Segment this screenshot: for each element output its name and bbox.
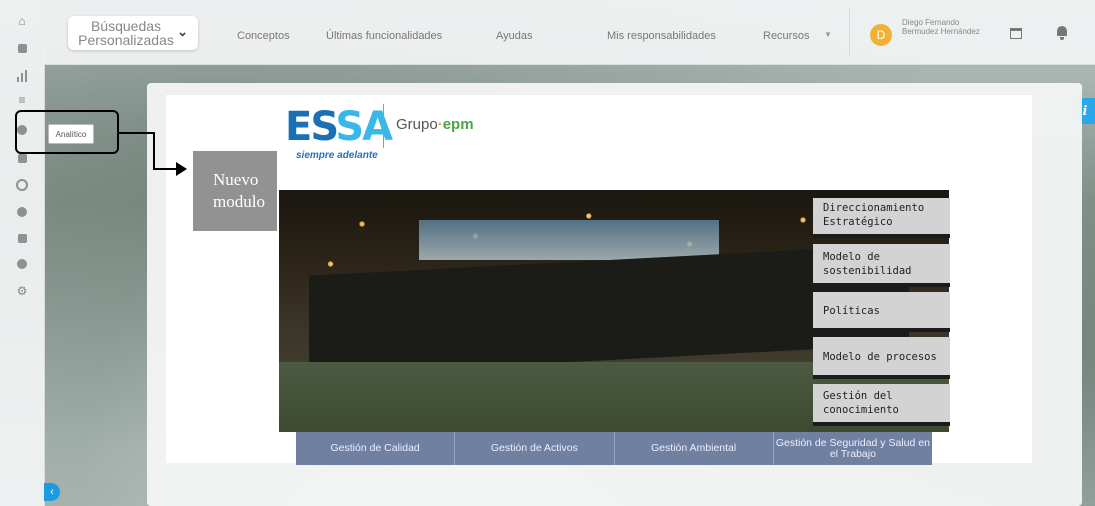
side-menu-procesos[interactable]: Modelo de procesos	[813, 337, 950, 379]
side-menu-direccionamiento[interactable]: Direccionamiento Estratégico	[813, 198, 950, 238]
left-icon-rail: ⌂ ≡ ⚙	[0, 0, 45, 506]
logo-brand-left: ES	[285, 104, 337, 150]
logo-group: Grupo	[396, 116, 438, 133]
logo-group-epm: epm	[442, 116, 474, 133]
user-name[interactable]: Diego Fernando Bermudez Hernández	[902, 18, 992, 36]
side-menu-sostenibilidad[interactable]: Modelo de sostenibilidad	[813, 244, 950, 287]
recursos-caret-icon: ▼	[824, 30, 832, 39]
nav-ultimas-funcionalidades[interactable]: Últimas funcionalidades	[326, 30, 442, 42]
nav-recursos[interactable]: Recursos	[763, 30, 809, 42]
gear-icon[interactable]: ⚙	[14, 283, 30, 299]
building-icon[interactable]	[14, 40, 30, 56]
annotation-arrow-line	[153, 132, 155, 169]
bell-icon[interactable]	[1057, 26, 1067, 40]
tab-gestion-calidad[interactable]: Gestión de Calidad	[296, 432, 456, 465]
side-menu-conocimiento[interactable]: Gestión del conocimiento	[813, 384, 950, 426]
ring-icon[interactable]	[14, 177, 30, 193]
annotation-label: Nuevo modulo	[193, 151, 277, 231]
essa-logo: ESSA	[285, 104, 393, 150]
bottom-tabs: Gestión de Calidad Gestión de Activos Ge…	[296, 432, 932, 465]
tab-gestion-ambiental[interactable]: Gestión Ambiental	[614, 432, 774, 465]
document-icon[interactable]	[14, 230, 30, 246]
target-icon[interactable]	[14, 256, 30, 272]
chevron-down-icon: ⌄	[177, 24, 188, 39]
nav-mis-responsabilidades[interactable]: Mis responsabilidades	[607, 30, 716, 42]
side-menu-politicas[interactable]: Políticas	[813, 292, 950, 332]
logo-separator	[383, 104, 384, 148]
menu-icon[interactable]: ≡	[14, 92, 30, 108]
annotation-arrow-line	[119, 132, 155, 134]
logo-slogan: siempre adelante	[296, 150, 378, 161]
topbar-divider	[849, 8, 850, 56]
annotation-arrow-head	[176, 162, 187, 176]
calendar-icon[interactable]	[1010, 28, 1022, 39]
nav-ayudas[interactable]: Ayudas	[496, 30, 533, 42]
grupo-epm-logo: Grupo·epm	[396, 116, 474, 133]
photo-glass-building	[419, 220, 719, 260]
custom-search-select[interactable]: Búsquedas Personalizadas ⌄	[68, 16, 198, 50]
custom-search-label: Búsquedas Personalizadas	[78, 18, 174, 48]
bar-chart-icon[interactable]	[14, 68, 30, 84]
avatar[interactable]: D	[870, 24, 892, 46]
check-circle-icon[interactable]	[14, 204, 30, 220]
tab-gestion-seguridad[interactable]: Gestión de Seguridad y Salud en el Traba…	[773, 432, 932, 465]
top-bar: Búsquedas Personalizadas ⌄ Conceptos Últ…	[44, 0, 1095, 65]
home-icon[interactable]: ⌂	[14, 13, 30, 29]
tab-gestion-activos[interactable]: Gestión de Activos	[455, 432, 615, 465]
annotation-highlight-box	[15, 110, 119, 154]
nav-conceptos[interactable]: Conceptos	[237, 30, 290, 42]
